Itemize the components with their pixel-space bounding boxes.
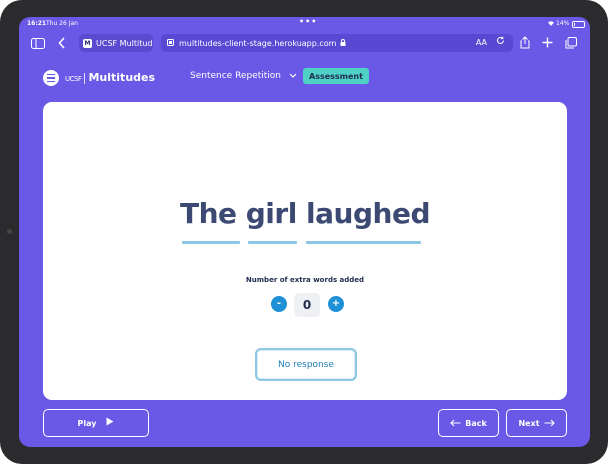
browser-toolbar: M UCSF Multitude multitudes-client-stage…: [19, 31, 590, 57]
brand-name: Multitudes: [88, 71, 156, 84]
play-label: Play: [77, 418, 97, 428]
address-bar[interactable]: multitudes-client-stage.herokuapp.com AA: [161, 34, 513, 52]
share-icon[interactable]: [520, 36, 530, 51]
mode-badge: Assessment: [303, 68, 369, 84]
task-selector[interactable]: Sentence Repetition: [190, 71, 297, 81]
brand-logo: UCSF Multitudes: [65, 71, 155, 84]
back-chevron-icon[interactable]: [58, 37, 66, 51]
back-label: Back: [465, 418, 487, 428]
screen: 16:21 Thu 26 Jan ••• 14% M UCSF Multitud…: [19, 17, 590, 447]
reload-icon[interactable]: [496, 36, 505, 48]
sidebar-icon[interactable]: [31, 38, 45, 51]
menu-icon-line: [47, 80, 55, 83]
no-response-button[interactable]: No response: [255, 348, 357, 381]
back-button[interactable]: Back: [438, 409, 499, 437]
next-label: Next: [518, 418, 540, 428]
arrow-right-icon: [544, 417, 555, 430]
menu-button[interactable]: [43, 70, 59, 86]
page-icon: [167, 38, 174, 48]
menu-icon-line: [47, 77, 55, 79]
decrement-button[interactable]: -: [271, 296, 287, 312]
status-date: Thu 26 Jan: [46, 20, 78, 27]
battery-percentage: 14%: [556, 20, 570, 27]
url-text: multitudes-client-stage.herokuapp.com: [179, 38, 337, 48]
brand-prefix: UCSF: [65, 75, 82, 83]
browser-tab[interactable]: M UCSF Multitude: [79, 34, 153, 52]
multitasking-dots[interactable]: •••: [299, 17, 317, 26]
target-sentence: The girl laughed: [179, 197, 431, 230]
plus-icon[interactable]: [542, 37, 553, 50]
counter-label: Number of extra words added: [245, 276, 365, 284]
sentence-card: The girl laughed Number of extra words a…: [43, 102, 567, 400]
increment-button[interactable]: +: [328, 296, 344, 312]
tab-title: UCSF Multitude: [96, 38, 153, 48]
text-size-button[interactable]: AA: [476, 38, 487, 47]
tablet-frame: 16:21 Thu 26 Jan ••• 14% M UCSF Multitud…: [0, 0, 608, 464]
front-camera: [7, 229, 12, 234]
battery-level: [574, 23, 575, 26]
battery-icon: [572, 21, 585, 28]
chevron-down-icon: [289, 71, 297, 80]
menu-icon-line: [47, 73, 55, 76]
tabs-icon[interactable]: [565, 37, 577, 51]
word-underline: [306, 241, 421, 244]
extra-words-count: 0: [294, 293, 320, 317]
favicon: M: [83, 38, 92, 48]
task-name: Sentence Repetition: [190, 71, 281, 81]
wifi-icon: [547, 20, 555, 28]
app-header: UCSF Multitudes Sentence Repetition Asses…: [19, 65, 590, 93]
word-underline: [248, 241, 297, 244]
status-bar: 16:21 Thu 26 Jan ••• 14%: [19, 17, 590, 31]
play-button[interactable]: Play: [43, 409, 149, 437]
arrow-left-icon: [450, 417, 461, 430]
word-underline: [182, 241, 240, 244]
play-icon: [106, 417, 114, 429]
lock-icon: [340, 38, 346, 48]
logo-divider: [84, 72, 86, 84]
next-button[interactable]: Next: [506, 409, 567, 437]
status-time: 16:21: [27, 20, 47, 27]
